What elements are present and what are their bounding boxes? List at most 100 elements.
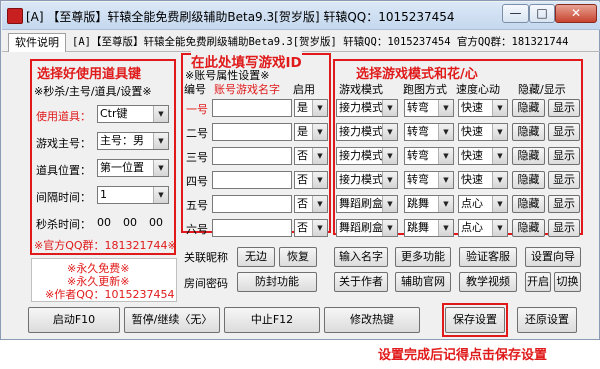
game-mode-select[interactable]: 舞蹈刷盒 ▼ <box>336 219 398 237</box>
close-button[interactable]: ✕ <box>555 4 597 23</box>
show-button[interactable]: 显示 <box>548 99 580 117</box>
speed-select[interactable]: 快速 ▼ <box>458 147 508 165</box>
enable-select[interactable]: 否 ▼ <box>294 171 328 189</box>
switch-button[interactable]: 切换 <box>554 272 581 292</box>
game-mode-select[interactable]: 接力模式 ▼ <box>336 147 398 165</box>
show-button[interactable]: 显示 <box>548 171 580 189</box>
hide-button[interactable]: 隐藏 <box>512 195 545 213</box>
jump-method-value: 转弯 <box>407 101 429 114</box>
speed-select[interactable]: 快速 ▼ <box>458 99 508 117</box>
game-id-input[interactable] <box>212 219 292 237</box>
chevron-down-icon: ▼ <box>438 148 453 164</box>
jump-method-select[interactable]: 转弯 ▼ <box>404 123 454 141</box>
enable-select[interactable]: 是 ▼ <box>294 99 328 117</box>
hide-button[interactable]: 隐藏 <box>512 219 545 237</box>
game-mode-select[interactable]: 舞蹈刷盒 ▼ <box>336 195 398 213</box>
chevron-down-icon: ▼ <box>382 148 397 164</box>
enable-select[interactable]: 是 ▼ <box>294 123 328 141</box>
interval-select[interactable]: 1 ▼ <box>97 186 169 204</box>
jump-method-select[interactable]: 跳舞 ▼ <box>404 195 454 213</box>
chevron-down-icon: ▼ <box>153 106 168 122</box>
chevron-down-icon: ▼ <box>438 196 453 212</box>
title-bar[interactable]: [A] 【至尊版】轩辕全能免费刷级辅助Beta9.3[贺岁版] 轩辕QQ：101… <box>2 2 600 30</box>
pause-resume-button[interactable]: 暂停/继续〈无〉 <box>124 307 220 333</box>
enable-select[interactable]: 否 ▼ <box>294 195 328 213</box>
hide-button[interactable]: 隐藏 <box>512 147 545 165</box>
game-mode-select[interactable]: 接力模式 ▼ <box>336 99 398 117</box>
game-mode-value: 接力模式 <box>339 149 383 162</box>
nickname-none-button[interactable]: 无边 <box>237 247 275 267</box>
hide-button[interactable]: 隐藏 <box>512 123 545 141</box>
start-button[interactable]: 启动F10 <box>28 307 120 333</box>
enable-value: 否 <box>297 197 308 210</box>
speed-select[interactable]: 快速 ▼ <box>458 171 508 189</box>
show-button[interactable]: 显示 <box>548 123 580 141</box>
official-site-button[interactable]: 辅助官网 <box>395 272 451 292</box>
more-functions-button[interactable]: 更多功能 <box>395 247 451 267</box>
speed-select[interactable]: 点心 ▼ <box>458 219 508 237</box>
chevron-down-icon: ▼ <box>382 196 397 212</box>
enable-value: 否 <box>297 173 308 186</box>
jump-method-value: 跳舞 <box>407 221 429 234</box>
save-settings-button[interactable]: 保存设置 <box>445 307 505 333</box>
show-button[interactable]: 显示 <box>548 219 580 237</box>
chevron-down-icon: ▼ <box>312 196 327 212</box>
room-password-label: 房间密码 <box>184 277 228 290</box>
chevron-down-icon: ▼ <box>438 124 453 140</box>
col-header-number: 编号 <box>184 83 206 96</box>
main-account-value: 主号：男 <box>100 134 144 147</box>
promo-line-3: ※作者QQ：1015237454 <box>45 288 175 301</box>
game-id-input[interactable] <box>212 123 292 141</box>
tab-software-info[interactable]: 软件说明 <box>8 33 66 52</box>
show-button[interactable]: 显示 <box>548 195 580 213</box>
hide-button[interactable]: 隐藏 <box>512 99 545 117</box>
speed-select[interactable]: 快速 ▼ <box>458 123 508 141</box>
game-id-input[interactable] <box>212 171 292 189</box>
item-position-select[interactable]: 第一位置 ▼ <box>97 159 169 177</box>
seckill-minute[interactable]: 00 <box>123 216 137 229</box>
speed-value: 点心 <box>461 221 483 234</box>
open-button[interactable]: 开启 <box>525 272 551 292</box>
tutorial-video-button[interactable]: 教学视频 <box>459 272 517 292</box>
main-account-select[interactable]: 主号：男 ▼ <box>97 132 169 150</box>
row-number-label: 三号 <box>186 151 208 164</box>
enable-select[interactable]: 否 ▼ <box>294 219 328 237</box>
item-key-select[interactable]: Ctr键 ▼ <box>97 105 169 123</box>
jump-method-select[interactable]: 转弯 ▼ <box>404 171 454 189</box>
setup-wizard-button[interactable]: 设置向导 <box>525 247 581 267</box>
jump-method-select[interactable]: 转弯 ▼ <box>404 147 454 165</box>
anti-seal-button[interactable]: 防封功能 <box>237 272 317 292</box>
jump-method-select[interactable]: 转弯 ▼ <box>404 99 454 117</box>
about-author-button[interactable]: 关于作者 <box>334 272 388 292</box>
stop-button[interactable]: 中止F12 <box>224 307 320 333</box>
seckill-second[interactable]: 00 <box>149 216 163 229</box>
speed-value: 快速 <box>461 173 483 186</box>
hide-button[interactable]: 隐藏 <box>512 171 545 189</box>
show-button[interactable]: 显示 <box>548 147 580 165</box>
item-key-value: Ctr键 <box>100 107 128 120</box>
speed-select[interactable]: 点心 ▼ <box>458 195 508 213</box>
speed-value: 快速 <box>461 101 483 114</box>
minimize-button[interactable]: — <box>502 4 529 23</box>
input-name-button[interactable]: 输入名字 <box>334 247 388 267</box>
jump-method-select[interactable]: 跳舞 ▼ <box>404 219 454 237</box>
game-id-input[interactable] <box>212 99 292 117</box>
game-id-input[interactable] <box>212 195 292 213</box>
game-mode-select[interactable]: 接力模式 ▼ <box>336 123 398 141</box>
seckill-hour[interactable]: 00 <box>97 216 111 229</box>
nickname-restore-button[interactable]: 恢复 <box>279 247 317 267</box>
item-key-label: 使用道具： <box>36 110 91 123</box>
verify-service-button[interactable]: 验证客服 <box>459 247 517 267</box>
chevron-down-icon: ▼ <box>438 220 453 236</box>
modify-hotkey-button[interactable]: 修改热键 <box>324 307 420 333</box>
game-id-input[interactable] <box>212 147 292 165</box>
chevron-down-icon: ▼ <box>312 124 327 140</box>
item-settings-subheading: ※秒杀/主号/道具/设置※ <box>34 85 152 98</box>
enable-select[interactable]: 否 ▼ <box>294 147 328 165</box>
game-mode-select[interactable]: 接力模式 ▼ <box>336 171 398 189</box>
restore-settings-button[interactable]: 还原设置 <box>517 307 577 333</box>
game-mode-value: 接力模式 <box>339 101 383 114</box>
item-settings-heading: 选择好使用道具键 <box>37 67 142 82</box>
maximize-button[interactable]: □ <box>529 4 555 23</box>
jump-method-value: 转弯 <box>407 149 429 162</box>
